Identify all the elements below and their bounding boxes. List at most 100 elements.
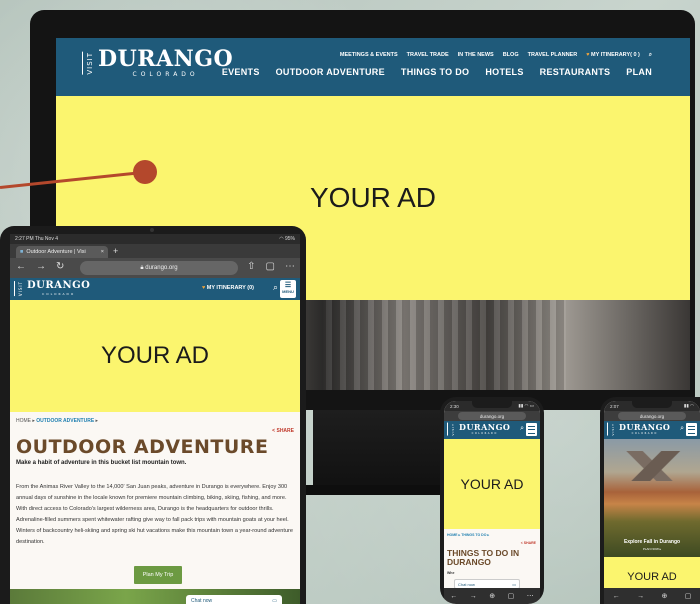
url-text: durango.org: [639, 413, 665, 419]
site-logo[interactable]: VISIT DURANGO COLORADO: [607, 423, 670, 436]
search-icon[interactable]: ⌕: [649, 52, 652, 59]
back-icon[interactable]: ←: [16, 261, 26, 272]
nav-restaurants[interactable]: RESTAURANTS: [540, 67, 611, 77]
fall-hero-image: Explore Fall in Durango PLAN NOW ▸: [604, 439, 700, 557]
phone1-ad-banner[interactable]: YOUR AD: [444, 439, 540, 529]
forward-icon[interactable]: →: [36, 261, 46, 272]
site-logo[interactable]: VISIT DURANGO COLORADO: [447, 423, 510, 436]
address-bar[interactable]: 🔒︎ durango.org: [80, 261, 238, 275]
site-logo[interactable]: VISIT DURANGO COLORADO: [14, 281, 90, 297]
nav-outdoor-adventure[interactable]: OUTDOOR ADVENTURE: [276, 67, 385, 77]
menu-button[interactable]: ☰ MENU: [280, 280, 296, 298]
url-text: durango.org: [479, 413, 505, 419]
tab-title: Outdoor Adventure | Visi: [26, 249, 86, 255]
nav-travel-planner[interactable]: TRAVEL PLANNER: [528, 52, 578, 59]
site-header: VISIT DURANGO COLORADO MEETINGS & EVENTS…: [56, 38, 690, 96]
more-icon[interactable]: ⋯: [527, 592, 534, 600]
new-tab-icon[interactable]: ⊕: [661, 592, 667, 600]
breadcrumb-home[interactable]: HOME: [16, 418, 31, 424]
tablet-camera: [150, 228, 154, 232]
menu-label: MENU: [282, 289, 294, 294]
search-icon[interactable]: ⌕: [680, 425, 684, 433]
nav-blog[interactable]: BLOG: [503, 52, 519, 59]
phone1-site-header: VISIT DURANGO COLORADO ⌕: [444, 421, 540, 439]
close-tab-icon[interactable]: ×: [101, 249, 104, 255]
url-text: durango.org: [145, 265, 178, 271]
phone-notch: [632, 401, 672, 408]
search-icon[interactable]: ⌕: [520, 425, 524, 433]
tabs-icon[interactable]: ▢: [508, 592, 515, 600]
phone-device-2: 2:07 ▮▮ ◠ durango.org VISIT DURANGO COLO…: [600, 397, 700, 604]
share-link[interactable]: < SHARE: [272, 428, 294, 434]
page-title: OUTDOOR ADVENTURE: [16, 436, 269, 458]
hero-cta-link[interactable]: PLAN NOW ▸: [604, 547, 700, 551]
tablet-ad-banner[interactable]: YOUR AD: [10, 300, 300, 412]
itinerary-label: MY ITINERARY (0): [206, 285, 254, 291]
logo-visit: VISIT: [82, 51, 94, 75]
forward-icon[interactable]: →: [637, 593, 644, 600]
intro-paragraph: From the Animas River Valley to the 14,0…: [16, 484, 294, 545]
phone2-screen: 2:07 ▮▮ ◠ durango.org VISIT DURANGO COLO…: [604, 401, 700, 604]
nav-events[interactable]: EVENTS: [222, 67, 260, 77]
reload-icon[interactable]: ↻: [56, 261, 64, 272]
status-time: 2:07: [610, 403, 619, 409]
wifi-icon: ◠: [279, 236, 284, 242]
phone-notch: [472, 401, 512, 408]
phone-device-1: 2:30 ▮▮ ◠ ▭ durango.org VISIT DURANGO CO…: [440, 397, 544, 604]
nav-in-the-news[interactable]: IN THE NEWS: [458, 52, 494, 59]
logo-name: DURANGO: [619, 422, 671, 433]
callout-dot: [133, 160, 157, 184]
browser-toolbar: ← → ↻ 🔒︎ durango.org ⇧ ▢ ⋯: [10, 258, 300, 278]
url-field[interactable]: durango.org: [618, 412, 686, 420]
chat-icon: ▭: [512, 581, 516, 587]
utility-nav: MEETINGS & EVENTS TRAVEL TRADE IN THE NE…: [340, 52, 652, 59]
nav-travel-trade[interactable]: TRAVEL TRADE: [407, 52, 449, 59]
hamburger-icon[interactable]: [526, 423, 537, 436]
logo-sub: COLORADO: [42, 292, 76, 297]
chat-icon: ▭: [272, 598, 277, 604]
more-icon[interactable]: ⋯: [285, 261, 295, 272]
breadcrumb-current[interactable]: OUTDOOR ADVENTURE: [36, 418, 94, 424]
nav-plan[interactable]: PLAN: [626, 67, 652, 77]
share-link[interactable]: < SHARE: [521, 541, 536, 545]
phone1-address-bar: durango.org: [444, 411, 540, 421]
new-tab-icon[interactable]: +: [113, 246, 118, 256]
page-subtitle: Whe: [447, 571, 455, 575]
logo-name: DURANGO: [459, 422, 511, 433]
logo-visit: VISIT: [607, 423, 615, 436]
tablet-page-content: HOME ▸ OUTDOOR ADVENTURE ▸ < SHARE OUTDO…: [10, 412, 300, 604]
browser-tab[interactable]: ■ Outdoor Adventure | Visi ×: [16, 246, 108, 258]
breadcrumb[interactable]: HOME ▸ THINGS TO DO ▸: [447, 533, 489, 537]
forward-icon[interactable]: →: [470, 593, 477, 600]
back-icon[interactable]: ←: [450, 593, 457, 600]
plan-my-trip-button[interactable]: Plan My Trip: [134, 566, 182, 584]
back-icon[interactable]: ←: [613, 593, 620, 600]
share-label: SHARE: [276, 428, 294, 434]
chat-widget[interactable]: Chat now ▭: [186, 595, 282, 604]
phone2-browser-toolbar: ← → ⊕ ▢: [604, 588, 700, 604]
nav-my-itinerary[interactable]: ♥ MY ITINERARY( 0 ): [586, 52, 640, 59]
tablet-status-bar: 2:27 PM Thu Nov 4 ◠ 95%: [10, 234, 300, 244]
status-time: 2:30: [450, 403, 459, 409]
hamburger-icon[interactable]: [686, 423, 697, 436]
battery-label: 95%: [284, 236, 295, 242]
tabs-icon[interactable]: ▢: [266, 261, 275, 272]
logo-sub: COLORADO: [132, 71, 199, 78]
nav-hotels[interactable]: HOTELS: [485, 67, 523, 77]
itinerary-link[interactable]: ♥ MY ITINERARY (0): [202, 285, 254, 291]
search-icon[interactable]: ⌕: [273, 282, 278, 293]
nav-meetings-events[interactable]: MEETINGS & EVENTS: [340, 52, 398, 59]
site-logo[interactable]: VISIT DURANGO COLORADO: [82, 48, 233, 78]
url-field[interactable]: durango.org: [458, 412, 526, 420]
heart-icon: ♥: [586, 52, 590, 58]
signal-icon: ▮▮ ◠ ▭: [518, 403, 534, 408]
photo-detail: [326, 300, 566, 390]
favicon-icon: ■: [20, 249, 24, 255]
new-tab-icon[interactable]: ⊕: [489, 592, 495, 600]
page-title: THINGS TO DO IN DURANGO: [447, 548, 520, 567]
share-icon[interactable]: ⇧: [247, 261, 255, 272]
tabs-icon[interactable]: ▢: [685, 592, 692, 600]
status-time: 2:27 PM Thu Nov 4: [15, 236, 58, 242]
chat-label: Chat now: [458, 581, 475, 587]
nav-things-to-do[interactable]: THINGS TO DO: [401, 67, 469, 77]
